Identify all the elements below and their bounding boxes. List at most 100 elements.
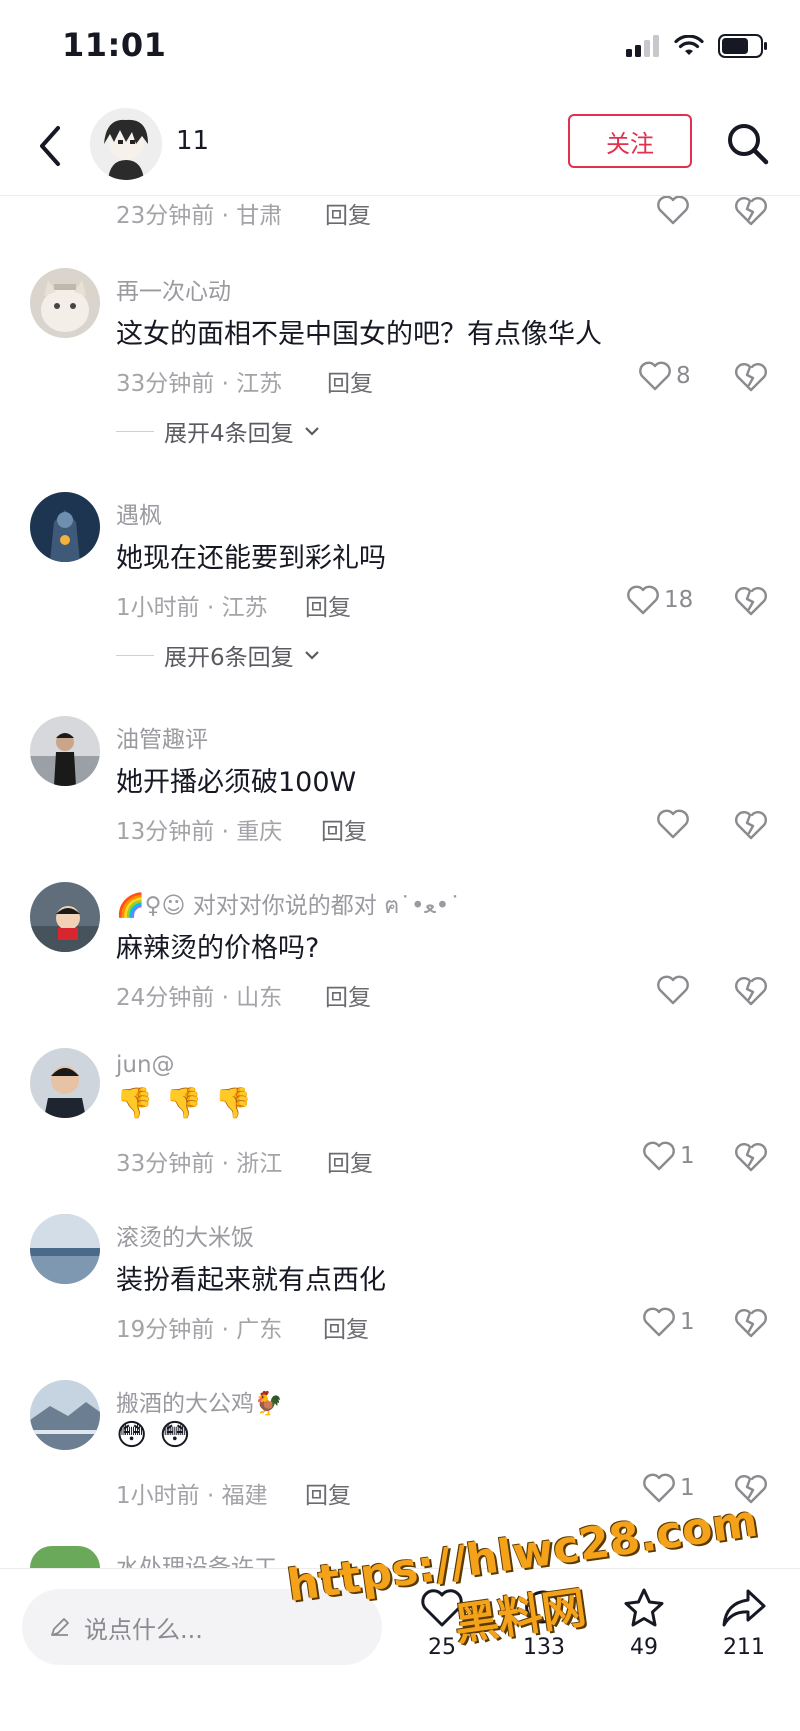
avatar-image [30, 1048, 100, 1118]
like-button[interactable]: 8 [638, 360, 691, 392]
broken-heart-icon[interactable] [734, 194, 768, 228]
heart-icon [639, 361, 671, 391]
reply-button[interactable]: 回复 [305, 1476, 351, 1510]
avatar-image [30, 268, 100, 338]
broken-heart-icon[interactable] [734, 1140, 768, 1174]
comment-avatar[interactable] [30, 1048, 100, 1118]
broken-heart-icon[interactable] [734, 1472, 768, 1506]
star-icon [624, 1588, 664, 1627]
emoji: 😳 [116, 1418, 148, 1453]
comment-username[interactable]: 搬酒的大公鸡🐓 [116, 1384, 283, 1418]
like-button[interactable]: 1 [642, 1306, 695, 1338]
comment-username[interactable]: 水处理设备许工 [116, 1548, 277, 1568]
reply-button[interactable]: 回复 [321, 812, 367, 846]
comment-avatar[interactable] [30, 1214, 100, 1284]
expand-replies[interactable]: 展开4条回复 [116, 414, 320, 448]
comment-username[interactable]: 再一次心动 [116, 272, 231, 306]
reply-button[interactable]: 回复 [327, 364, 373, 398]
heart-icon [643, 1307, 675, 1337]
divider [116, 654, 154, 656]
comment-meta: 23分钟前 · 甘肃 [116, 203, 283, 229]
follow-button[interactable]: 关注 [568, 114, 692, 168]
share-action[interactable]: 211 [704, 1587, 784, 1660]
comment-total: 133 [523, 1635, 565, 1660]
like-count: 8 [676, 363, 691, 389]
comment-text: 她开播必须破100W [116, 767, 357, 798]
comment-avatar[interactable] [30, 1380, 100, 1450]
comment-meta: 1小时前 · 福建 [116, 1483, 268, 1509]
like-count: 18 [664, 587, 694, 613]
comment-username[interactable]: 油管趣评 [116, 720, 208, 754]
avatar-image [30, 1214, 100, 1284]
favorite-action[interactable]: 49 [604, 1587, 684, 1660]
comment-input[interactable]: 说点什么... [22, 1589, 382, 1665]
comment-list: 23分钟前 · 甘肃 回复 再一次心动 这女的面相不是中国女的吧？有点像华人 3… [0, 0, 800, 1731]
comment-username[interactable]: 遇枫 [116, 496, 162, 530]
comment-text: 装扮看起来就有点西化 [116, 1265, 386, 1296]
like-count: 1 [680, 1143, 695, 1169]
expand-label: 展开6条回复 [164, 645, 294, 671]
divider [116, 430, 154, 432]
like-button[interactable] [656, 974, 694, 1006]
header-avatar[interactable] [90, 108, 162, 180]
reply-button[interactable]: 回复 [323, 1310, 369, 1344]
comment-meta: 33分钟前 · 浙江 [116, 1151, 283, 1177]
comment-meta: 1小时前 · 江苏 [116, 595, 268, 621]
reply-button[interactable]: 回复 [325, 196, 371, 230]
back-icon[interactable] [30, 118, 70, 174]
comment-username[interactable]: jun@ [116, 1052, 175, 1078]
comment-username[interactable]: 🌈♀☺ 对对对你说的都对 ฅ˙•ﻌ•˙ [116, 886, 461, 924]
expand-label: 展开4条回复 [164, 421, 294, 447]
like-total: 25 [428, 1635, 456, 1660]
avatar-image [30, 492, 100, 562]
comment-meta: 19分钟前 · 广东 [116, 1317, 283, 1343]
broken-heart-icon[interactable] [734, 360, 768, 394]
heart-icon[interactable] [656, 194, 690, 226]
search-icon[interactable] [722, 118, 774, 170]
like-button[interactable]: 18 [626, 584, 693, 616]
avatar-image [30, 882, 100, 952]
like-action[interactable]: 25 [402, 1587, 482, 1660]
comment-meta: 33分钟前 · 江苏 [116, 371, 283, 397]
emoji: 👎 [165, 1086, 203, 1121]
heart-icon [643, 1473, 675, 1503]
comment-text: 她现在还能要到彩礼吗 [116, 543, 386, 574]
chevron-down-icon [304, 427, 319, 436]
comment-avatar[interactable] [30, 492, 100, 562]
avatar-image [30, 1380, 100, 1450]
broken-heart-icon[interactable] [734, 1306, 768, 1340]
like-button[interactable]: 1 [642, 1140, 695, 1172]
heart-icon [643, 1141, 675, 1171]
heart-icon [627, 585, 659, 615]
avatar-image [30, 716, 100, 786]
avatar-image [30, 1546, 100, 1568]
like-button[interactable]: 1 [642, 1472, 695, 1504]
comment-text: 这女的面相不是中国女的吧？有点像华人 [116, 319, 602, 350]
comment-text: 麻辣烫的价格吗? [116, 933, 320, 964]
expand-replies[interactable]: 展开6条回复 [116, 638, 320, 672]
header-title: 11 [176, 126, 210, 156]
comment-emoji-row: 😳 😳 [116, 1418, 191, 1453]
reply-button[interactable]: 回复 [327, 1144, 373, 1178]
broken-heart-icon[interactable] [734, 974, 768, 1008]
reply-button[interactable]: 回复 [325, 978, 371, 1012]
comment-emoji-row: 👎 👎 👎 [116, 1086, 252, 1121]
comment-action[interactable]: 133 [504, 1587, 584, 1660]
comment-meta: 13分钟前 · 重庆 [116, 819, 283, 845]
emoji: 😳 [159, 1418, 191, 1453]
broken-heart-icon[interactable] [734, 584, 768, 618]
comment-avatar[interactable] [30, 1546, 100, 1568]
comment-bubble-icon [525, 1590, 561, 1626]
pencil-icon [51, 1618, 69, 1636]
broken-heart-icon[interactable] [734, 808, 768, 842]
avatar-image [90, 108, 162, 180]
like-button[interactable] [656, 808, 694, 840]
comment-avatar[interactable] [30, 882, 100, 952]
comment-avatar[interactable] [30, 716, 100, 786]
comment-avatar[interactable] [30, 268, 100, 338]
comment-username[interactable]: 滚烫的大米饭 [116, 1218, 254, 1252]
reply-button[interactable]: 回复 [305, 588, 351, 622]
comment-meta: 24分钟前 · 山东 [116, 985, 283, 1011]
share-total: 211 [723, 1635, 765, 1660]
heart-icon [421, 1589, 463, 1627]
